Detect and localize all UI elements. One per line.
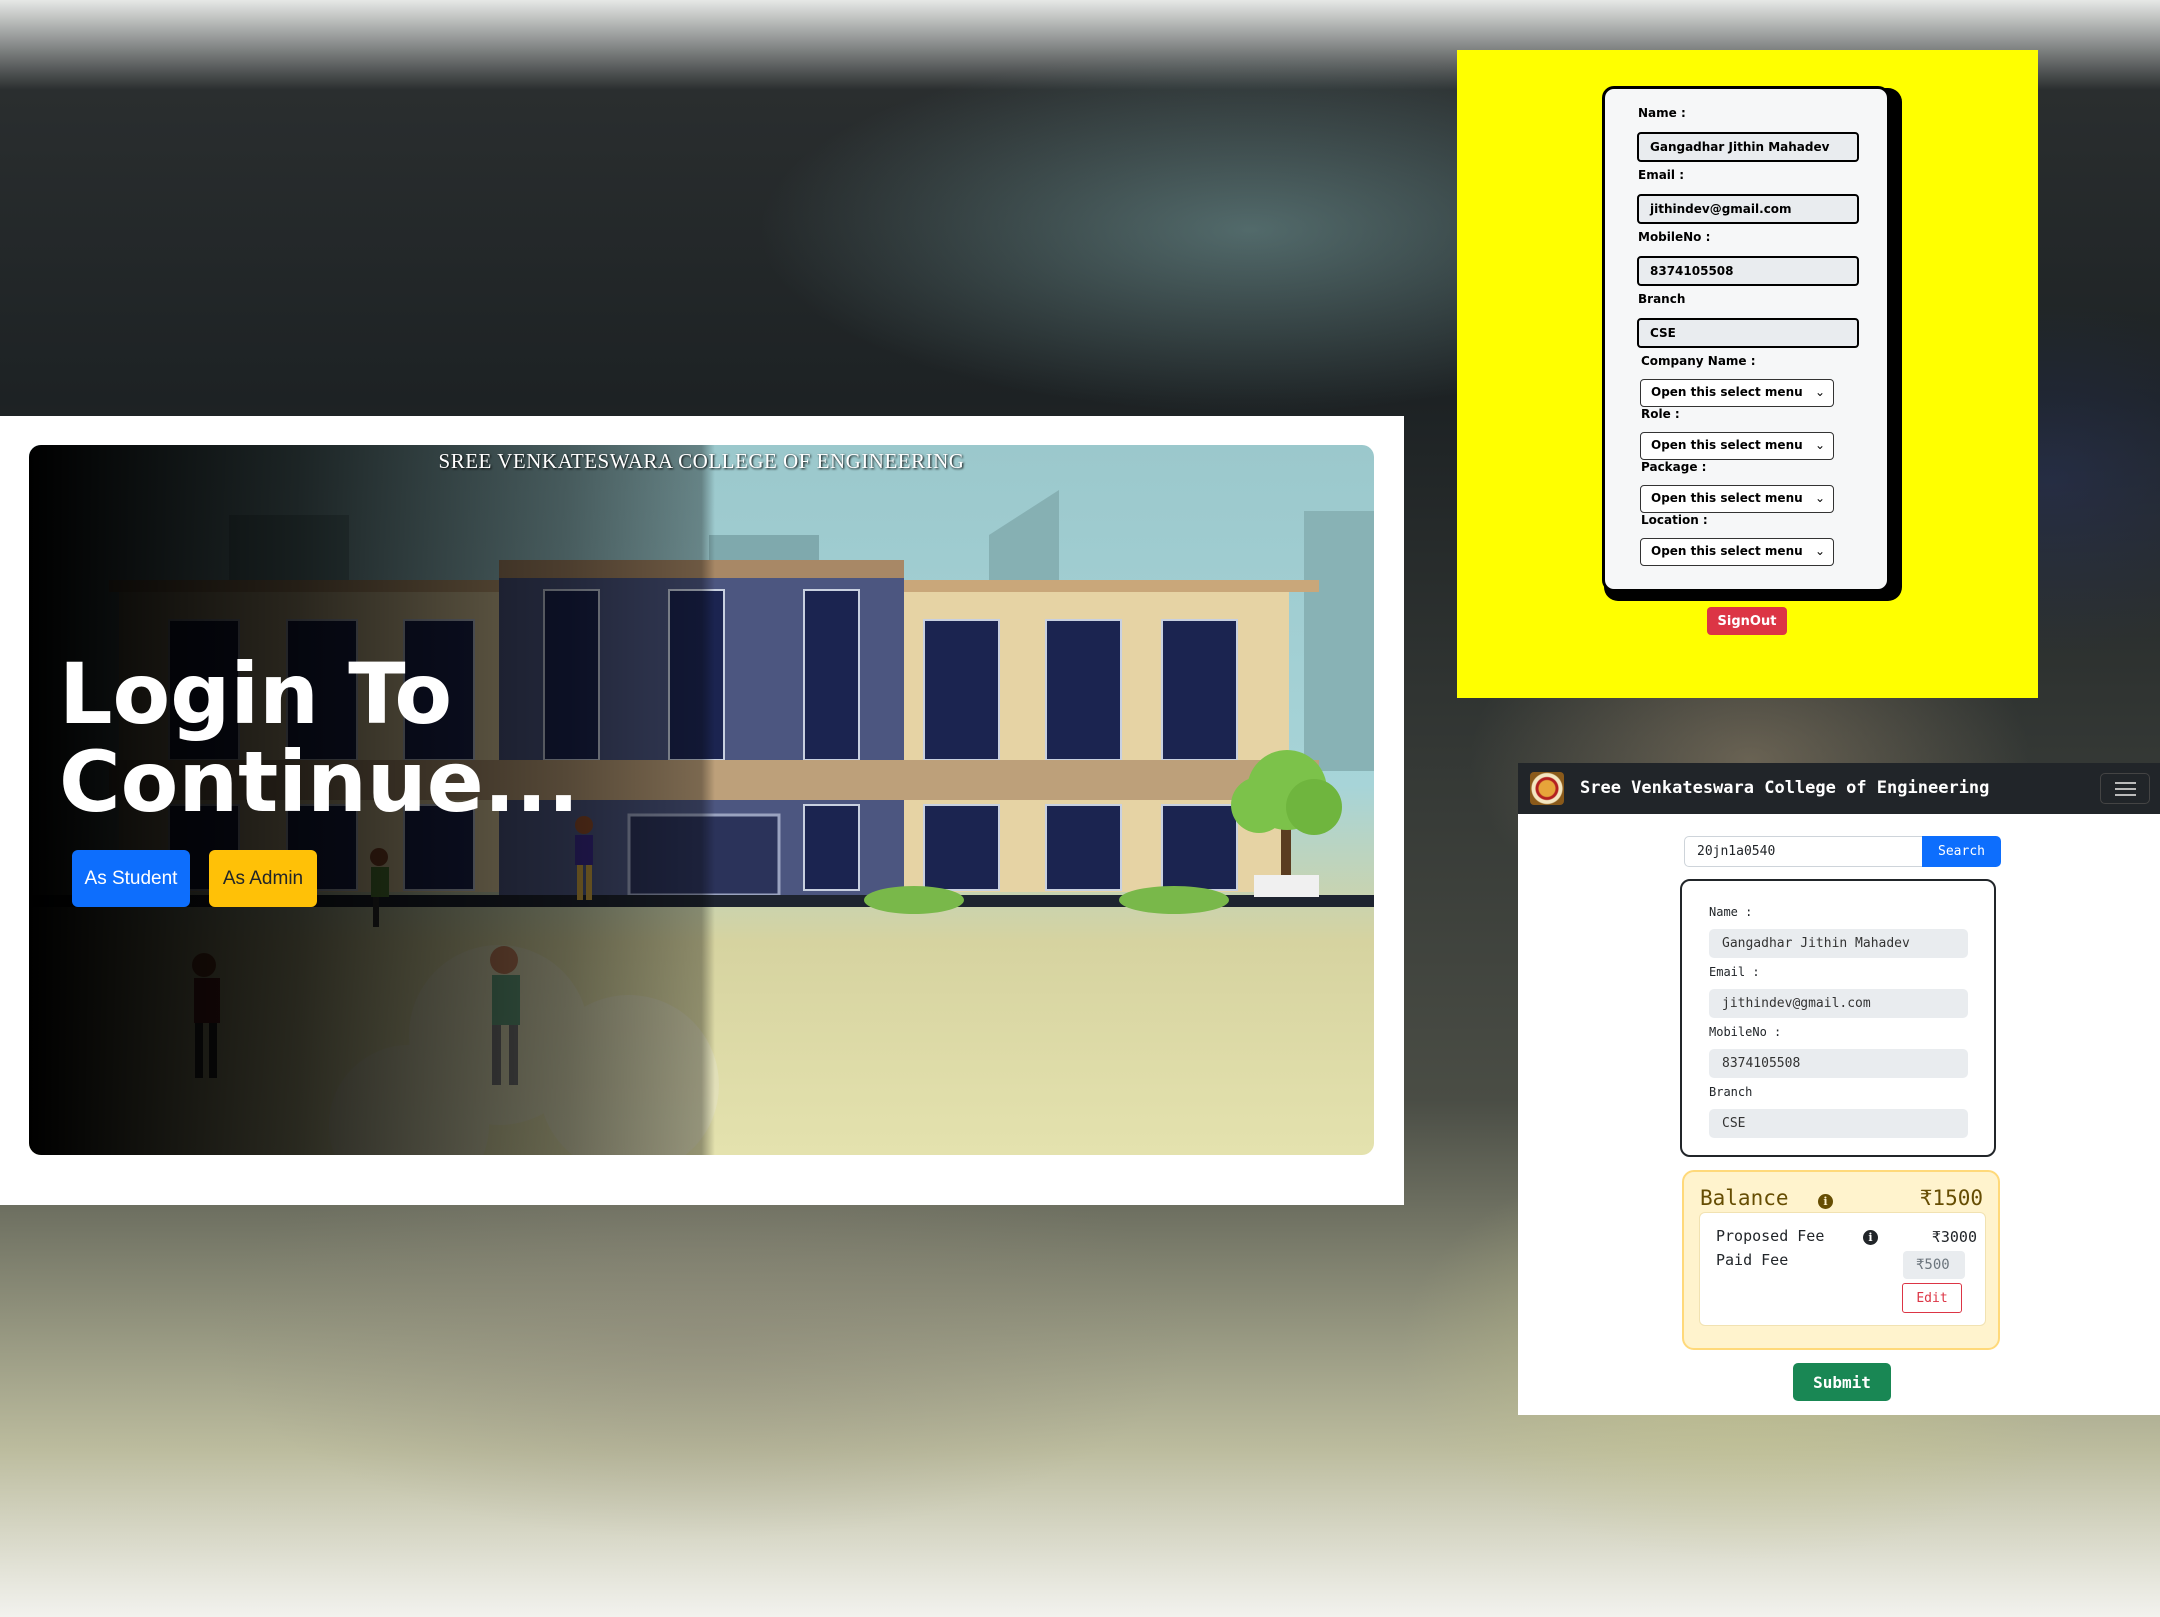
email-field: jithindev@gmail.com — [1709, 989, 1968, 1018]
package-label: Package : — [1641, 460, 1707, 474]
navbar-title: Sree Venkateswara College of Engineering — [1580, 778, 1990, 798]
submit-button[interactable]: Submit — [1793, 1363, 1891, 1401]
paid-fee-input[interactable]: ₹500 — [1903, 1251, 1965, 1279]
mobile-field[interactable]: 8374105508 — [1637, 256, 1859, 286]
chevron-down-icon: ⌄ — [1814, 491, 1825, 505]
chevron-down-icon: ⌄ — [1814, 385, 1825, 399]
branch-field: CSE — [1709, 1109, 1968, 1138]
balance-amount: ₹1500 — [1919, 1186, 1983, 1210]
name-label: Name : — [1638, 106, 1686, 120]
role-select-text: Open this select menu — [1651, 438, 1803, 452]
email-label: Email : — [1709, 965, 1760, 979]
mobile-label: MobileNo : — [1638, 230, 1711, 244]
role-select[interactable]: Open this select menu ⌄ — [1640, 432, 1834, 460]
info-icon[interactable]: i — [1863, 1230, 1878, 1245]
location-select-text: Open this select menu — [1651, 544, 1803, 558]
proposed-fee-amount: ₹3000 — [1931, 1228, 1977, 1246]
branch-label: Branch — [1709, 1085, 1753, 1099]
mobile-field: 8374105508 — [1709, 1049, 1968, 1078]
student-details-card: Name : Gangadhar Jithin Mahadev Email : … — [1602, 86, 1890, 592]
name-field: Gangadhar Jithin Mahadev — [1709, 929, 1968, 958]
fee-breakdown: Proposed Fee i ₹3000 Paid Fee ₹500 Edit — [1699, 1212, 1986, 1326]
chevron-down-icon: ⌄ — [1814, 544, 1825, 558]
company-name-label: Company Name : — [1641, 354, 1756, 368]
as-student-button[interactable]: As Student — [72, 850, 190, 907]
signout-button[interactable]: SignOut — [1707, 607, 1787, 635]
search-button[interactable]: Search — [1922, 836, 2001, 867]
branch-field[interactable]: CSE — [1637, 318, 1859, 348]
paid-fee-label: Paid Fee — [1716, 1251, 1789, 1269]
college-logo-icon — [1530, 772, 1564, 805]
login-heading: Login To Continue... — [59, 650, 579, 826]
package-select[interactable]: Open this select menu ⌄ — [1640, 485, 1834, 513]
chevron-down-icon: ⌄ — [1814, 438, 1825, 452]
branch-label: Branch — [1638, 292, 1686, 306]
name-label: Name : — [1709, 905, 1753, 919]
info-icon[interactable]: i — [1818, 1194, 1833, 1209]
search-input[interactable]: 20jn1a0540 — [1684, 836, 1924, 867]
name-field[interactable]: Gangadhar Jithin Mahadev — [1637, 132, 1859, 162]
location-label: Location : — [1641, 513, 1708, 527]
company-select-text: Open this select menu — [1651, 385, 1803, 399]
edit-button[interactable]: Edit — [1902, 1283, 1962, 1313]
email-field[interactable]: jithindev@gmail.com — [1637, 194, 1859, 224]
balance-card: Balance i ₹1500 Proposed Fee i ₹3000 Pai… — [1682, 1170, 2000, 1350]
mobile-label: MobileNo : — [1709, 1025, 1782, 1039]
location-select[interactable]: Open this select menu ⌄ — [1640, 538, 1834, 566]
login-page-screenshot: SREE VENKATESWARA COLLEGE OF ENGINEERING… — [0, 416, 1404, 1205]
admin-form-screenshot: Name : Gangadhar Jithin Mahadev Email : … — [1457, 50, 2038, 698]
login-heading-line1: Login To — [59, 645, 453, 743]
college-name-title: SREE VENKATESWARA COLLEGE OF ENGINEERING — [438, 449, 965, 473]
login-heading-line2: Continue... — [59, 733, 580, 831]
company-name-select[interactable]: Open this select menu ⌄ — [1640, 379, 1834, 407]
as-admin-button[interactable]: As Admin — [209, 850, 317, 907]
student-info-card: Name : Gangadhar Jithin Mahadev Email : … — [1680, 879, 1996, 1157]
login-hero-banner: SREE VENKATESWARA COLLEGE OF ENGINEERING… — [29, 445, 1374, 1155]
proposed-fee-label: Proposed Fee — [1716, 1227, 1825, 1245]
email-label: Email : — [1638, 168, 1685, 182]
balance-label: Balance — [1700, 1186, 1789, 1210]
navbar: Sree Venkateswara College of Engineering — [1518, 763, 2160, 814]
hamburger-menu-icon[interactable] — [2100, 773, 2150, 804]
role-label: Role : — [1641, 407, 1680, 421]
package-select-text: Open this select menu — [1651, 491, 1803, 505]
fee-app-screenshot: Sree Venkateswara College of Engineering… — [1518, 763, 2160, 1415]
